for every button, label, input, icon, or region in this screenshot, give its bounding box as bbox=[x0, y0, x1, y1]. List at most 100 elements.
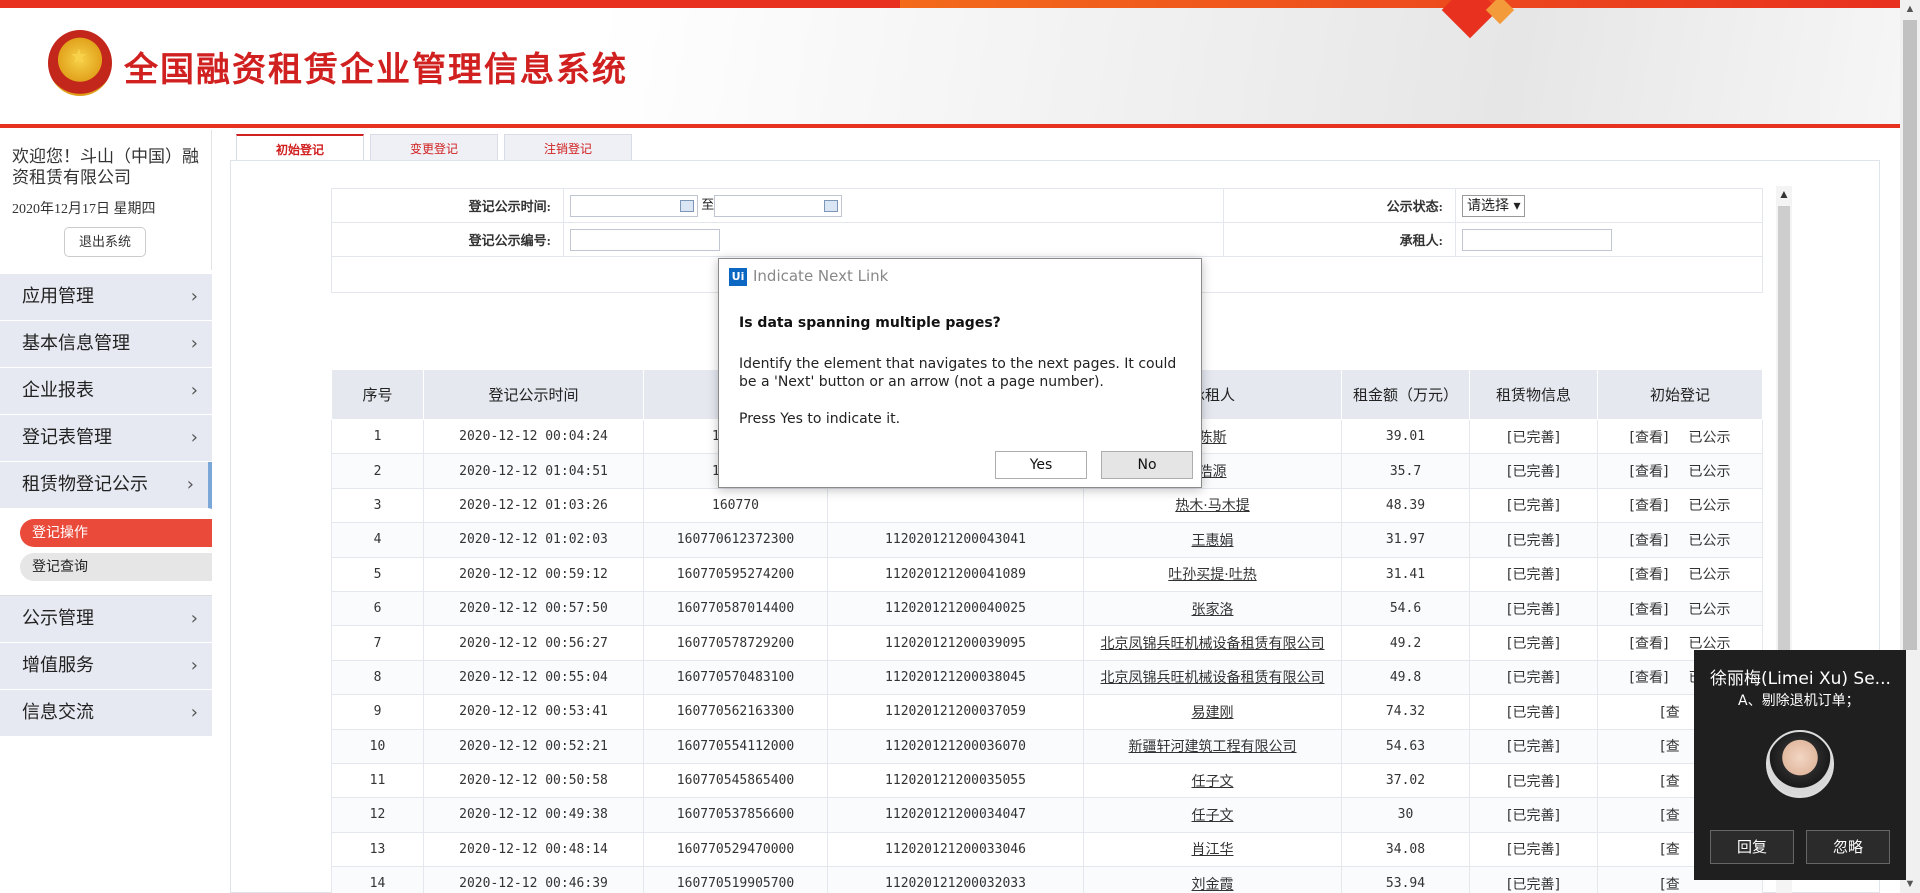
col-header-time: 登记公示时间 bbox=[423, 369, 644, 420]
cell-asset-info[interactable]: [已完善] bbox=[1469, 453, 1598, 489]
number-input[interactable] bbox=[570, 228, 720, 251]
chevron-right-icon: › bbox=[186, 474, 194, 495]
reply-button[interactable]: 回复 bbox=[1710, 830, 1794, 864]
view-link[interactable]: [查 bbox=[1660, 842, 1679, 858]
page-scrollbar-thumb[interactable] bbox=[1903, 20, 1917, 650]
cell-no: 12 bbox=[331, 797, 424, 833]
view-link[interactable]: [查 bbox=[1660, 739, 1679, 755]
sidebar-item-info-exchange[interactable]: 信息交流 › bbox=[0, 690, 212, 737]
lessee-input[interactable] bbox=[1462, 228, 1612, 251]
cell-asset-info[interactable]: [已完善] bbox=[1469, 487, 1598, 524]
status-select[interactable]: 请选择 ▾ bbox=[1462, 194, 1526, 217]
calendar-icon[interactable] bbox=[824, 200, 839, 212]
status-text: 已公示 bbox=[1688, 429, 1731, 446]
view-link[interactable]: [查 bbox=[1660, 877, 1679, 893]
cell-lessee-link[interactable]: 肖江华 bbox=[1083, 831, 1342, 868]
col-header-initial-registration: 初始登记 bbox=[1597, 369, 1763, 420]
cell-lessee-link[interactable]: 王惠娟 bbox=[1083, 522, 1342, 558]
sidebar-item-basic-info[interactable]: 基本信息管理 › bbox=[0, 321, 212, 368]
view-link[interactable]: [查看] bbox=[1630, 636, 1669, 652]
cell-code: 160770537856600 bbox=[643, 797, 828, 833]
sidebar-item-lease-registration[interactable]: 租赁物登记公示 › bbox=[0, 462, 212, 509]
sidebar-subitem-registration-operation[interactable]: 登记操作 bbox=[20, 519, 212, 547]
cell-time: 2020-12-12 00:52:21 bbox=[423, 728, 644, 764]
view-link[interactable]: [查 bbox=[1660, 774, 1679, 790]
cell-time: 2020-12-12 00:04:24 bbox=[423, 418, 644, 455]
view-link[interactable]: [查看] bbox=[1630, 670, 1669, 686]
sidebar-subitem-registration-query[interactable]: 登记查询 bbox=[20, 553, 212, 581]
sidebar-item-publicity-management[interactable]: 公示管理 › bbox=[0, 596, 212, 643]
cell-lessee-link[interactable]: 刘金霞 bbox=[1083, 866, 1342, 893]
cell-no: 9 bbox=[331, 694, 424, 730]
end-date-input[interactable] bbox=[714, 195, 843, 217]
cell-initial-registration: [查看] 已公示 bbox=[1597, 556, 1763, 592]
cell-time: 2020-12-12 00:53:41 bbox=[423, 694, 644, 730]
logout-button[interactable]: 退出系统 bbox=[64, 227, 146, 257]
cell-lessee-link[interactable]: 热木·马木提 bbox=[1083, 487, 1342, 524]
cell-amount: 49.8 bbox=[1341, 659, 1470, 696]
view-link[interactable]: [查 bbox=[1660, 705, 1679, 721]
cell-asset-info[interactable]: [已完善] bbox=[1469, 625, 1598, 661]
cell-asset-info[interactable]: [已完善] bbox=[1469, 866, 1598, 893]
view-link[interactable]: [查看] bbox=[1630, 498, 1669, 514]
tab-change-registration[interactable]: 变更登记 bbox=[370, 134, 498, 162]
table-row: 5 2020-12-12 00:59:12 160770595274200 11202… bbox=[331, 556, 1763, 592]
cell-amount: 74.32 bbox=[1341, 694, 1470, 730]
cell-lessee-link[interactable]: 易建刚 bbox=[1083, 694, 1342, 730]
cell-time: 2020-12-12 00:50:58 bbox=[423, 762, 644, 799]
cell-no: 2 bbox=[331, 453, 424, 489]
cell-asset-info[interactable]: [已完善] bbox=[1469, 556, 1598, 592]
cell-lessee-link[interactable]: 吐孙买提·吐热 bbox=[1083, 556, 1342, 592]
cell-asset-info[interactable]: [已完善] bbox=[1469, 522, 1598, 558]
view-link[interactable]: [查看] bbox=[1630, 430, 1669, 446]
cell-lessee-link[interactable]: 北京凤锦兵旺机械设备租赁有限公司 bbox=[1083, 659, 1342, 696]
view-link[interactable]: [查看] bbox=[1630, 533, 1669, 549]
cell-lessee-link[interactable]: 北京凤锦兵旺机械设备租赁有限公司 bbox=[1083, 625, 1342, 661]
cell-no: 10 bbox=[331, 728, 424, 764]
sidebar-item-registration-forms[interactable]: 登记表管理 › bbox=[0, 415, 212, 462]
cell-amount: 35.7 bbox=[1341, 453, 1470, 489]
cell-asset-info[interactable]: [已完善] bbox=[1469, 694, 1598, 730]
cell-asset-info[interactable]: [已完善] bbox=[1469, 831, 1598, 868]
cell-lessee-link[interactable]: 新疆轩河建筑工程有限公司 bbox=[1083, 728, 1342, 764]
view-link[interactable]: [查 bbox=[1660, 808, 1679, 824]
cell-amount: 49.2 bbox=[1341, 625, 1470, 661]
cell-lessee-link[interactable]: 任子文 bbox=[1083, 762, 1342, 799]
tab-cancel-registration[interactable]: 注销登记 bbox=[504, 134, 632, 162]
cell-number bbox=[827, 487, 1084, 524]
view-link[interactable]: [查看] bbox=[1630, 602, 1669, 618]
cell-number: 112020121200043041 bbox=[827, 522, 1084, 558]
sidebar-item-app-management[interactable]: 应用管理 › bbox=[0, 274, 212, 321]
yes-button[interactable]: Yes bbox=[995, 451, 1087, 479]
view-link[interactable]: [查看] bbox=[1630, 567, 1669, 583]
calendar-icon[interactable] bbox=[680, 200, 694, 212]
cell-asset-info[interactable]: [已完善] bbox=[1469, 659, 1598, 696]
cell-number: 112020121200035055 bbox=[827, 762, 1084, 799]
cell-code: 160770554112000 bbox=[643, 728, 828, 764]
cell-amount: 54.6 bbox=[1341, 590, 1470, 627]
table-row: 10 2020-12-12 00:52:21 160770554112000 1120… bbox=[331, 728, 1763, 764]
cell-asset-info[interactable]: [已完善] bbox=[1469, 728, 1598, 764]
sidebar-item-reports[interactable]: 企业报表 › bbox=[0, 368, 212, 415]
cell-asset-info[interactable]: [已完善] bbox=[1469, 590, 1598, 627]
cell-no: 5 bbox=[331, 556, 424, 592]
table-row: 6 2020-12-12 00:57:50 160770587014400 11202… bbox=[331, 590, 1763, 627]
cell-initial-registration: [查看] 已公示 bbox=[1597, 418, 1763, 455]
scroll-up-icon[interactable]: ▲ bbox=[1900, 0, 1920, 18]
sidebar-item-label: 信息交流 bbox=[22, 702, 94, 723]
cell-lessee-link[interactable]: 任子文 bbox=[1083, 797, 1342, 833]
start-date-input[interactable] bbox=[570, 195, 698, 217]
cell-lessee-link[interactable]: 张家洛 bbox=[1083, 590, 1342, 627]
cell-number: 112020121200037059 bbox=[827, 694, 1084, 730]
number-label: 登记公示编号: bbox=[331, 222, 564, 257]
table-row: 9 2020-12-12 00:53:41 160770562163300 11202… bbox=[331, 694, 1763, 730]
sidebar-item-value-added[interactable]: 增值服务 › bbox=[0, 643, 212, 690]
cell-asset-info[interactable]: [已完善] bbox=[1469, 418, 1598, 455]
no-button[interactable]: No bbox=[1101, 451, 1193, 479]
cell-asset-info[interactable]: [已完善] bbox=[1469, 797, 1598, 833]
sidebar-item-label: 基本信息管理 bbox=[22, 333, 130, 354]
view-link[interactable]: [查看] bbox=[1630, 464, 1669, 480]
scroll-up-icon[interactable]: ▲ bbox=[1776, 186, 1792, 202]
ignore-button[interactable]: 忽略 bbox=[1806, 830, 1890, 864]
cell-asset-info[interactable]: [已完善] bbox=[1469, 762, 1598, 799]
